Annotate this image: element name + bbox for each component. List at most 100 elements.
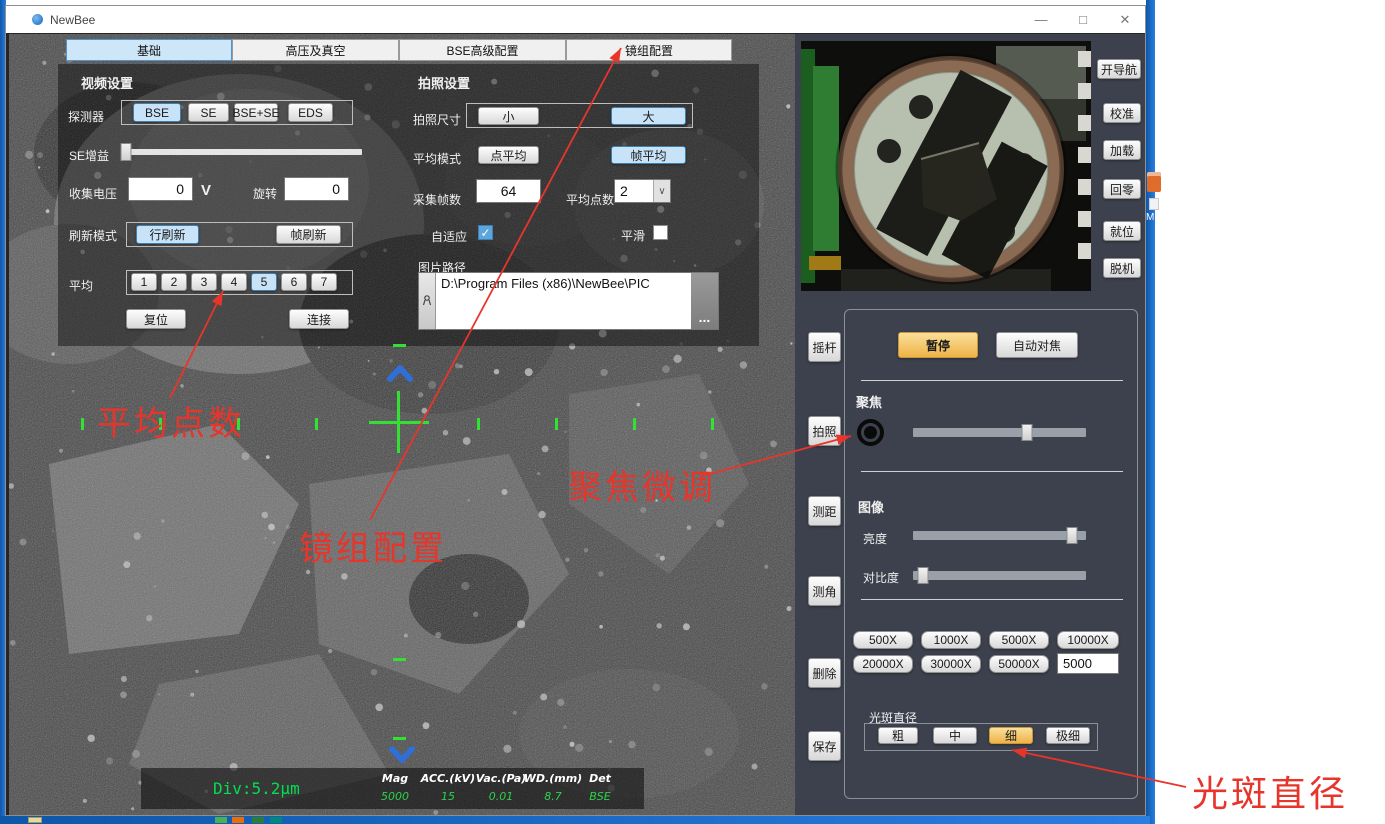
contrast-label: 对比度 <box>863 569 899 586</box>
taskbar-sliver[interactable] <box>0 816 1150 824</box>
maximize-button[interactable]: □ <box>1066 6 1100 33</box>
smooth-checkbox[interactable] <box>653 225 668 240</box>
flask-icon <box>422 295 432 307</box>
average-3-button[interactable]: 3 <box>191 273 217 291</box>
close-button[interactable]: ✕ <box>1108 6 1142 33</box>
mag-30000x-button[interactable]: 30000X <box>921 655 981 673</box>
scale-tick <box>393 658 406 661</box>
spot-medium-button[interactable]: 中 <box>933 727 977 744</box>
desktop-partial-icon[interactable] <box>1149 198 1159 210</box>
size-small-button[interactable]: 小 <box>478 107 539 125</box>
measure-angle-button[interactable]: 测角 <box>808 576 841 606</box>
mag-5000x-button[interactable]: 5000X <box>989 631 1049 649</box>
title-bar[interactable]: NewBee — □ ✕ <box>6 6 1145 33</box>
taskbar-app-icon[interactable] <box>232 817 244 823</box>
nav-inposition-button[interactable]: 就位 <box>1103 221 1141 241</box>
pause-button[interactable]: 暂停 <box>898 332 978 358</box>
frames-label: 采集帧数 <box>413 191 461 208</box>
brightness-slider-thumb[interactable] <box>1067 527 1078 544</box>
path-input[interactable]: D:\Program Files (x86)\NewBee\PIC <box>436 273 691 329</box>
tab-bse-advanced[interactable]: BSE高级配置 <box>399 39 566 61</box>
chevron-up-icon[interactable] <box>387 364 413 382</box>
joystick-button[interactable]: 摇杆 <box>808 332 841 362</box>
browse-button[interactable]: ... <box>691 273 718 329</box>
scale-tick <box>555 418 558 430</box>
connect-button[interactable]: 连接 <box>289 309 349 329</box>
refresh-frame-button[interactable]: 帧刷新 <box>276 225 341 244</box>
focus-slider[interactable] <box>913 428 1086 437</box>
tab-hv-vacuum[interactable]: 高压及真空 <box>232 39 399 61</box>
check-icon: ✓ <box>480 226 490 240</box>
average-1-button[interactable]: 1 <box>131 273 157 291</box>
mag-20000x-button[interactable]: 20000X <box>853 655 913 673</box>
point-average-button[interactable]: 点平均 <box>478 146 539 164</box>
average-5-button[interactable]: 5 <box>251 273 277 291</box>
spot-coarse-button[interactable]: 粗 <box>878 727 918 744</box>
rotate-input[interactable] <box>284 177 349 201</box>
mag-50000x-button[interactable]: 50000X <box>989 655 1049 673</box>
delete-button[interactable]: 删除 <box>808 658 841 688</box>
frame-average-button[interactable]: 帧平均 <box>611 146 686 164</box>
minimize-button[interactable]: — <box>1024 6 1058 33</box>
mag-value-input[interactable] <box>1057 653 1119 674</box>
status-header: Det <box>568 772 632 785</box>
average-2-button[interactable]: 2 <box>161 273 187 291</box>
se-gain-slider-thumb[interactable] <box>120 143 131 161</box>
mag-1000x-button[interactable]: 1000X <box>921 631 981 649</box>
tab-basic[interactable]: 基础 <box>66 39 232 61</box>
autofocus-button[interactable]: 自动对焦 <box>996 332 1078 358</box>
scale-tick <box>393 737 406 740</box>
path-pin-button[interactable] <box>419 273 436 329</box>
desktop-icon-label: M <box>1146 212 1154 223</box>
focus-slider-thumb[interactable] <box>1022 424 1033 441</box>
detector-eds-button[interactable]: EDS <box>288 103 333 122</box>
frames-input[interactable] <box>476 179 541 203</box>
mag-500x-button[interactable]: 500X <box>853 631 913 649</box>
nav-offline-button[interactable]: 脱机 <box>1103 258 1141 278</box>
measure-distance-button[interactable]: 测距 <box>808 496 841 526</box>
save-button[interactable]: 保存 <box>808 731 841 761</box>
reset-button[interactable]: 复位 <box>126 309 186 329</box>
nav-open-button[interactable]: 开导航 <box>1097 59 1141 79</box>
brightness-label: 亮度 <box>863 530 887 547</box>
spot-size-label: 光斑直径 <box>869 709 917 726</box>
chamber-camera-image <box>801 41 1091 291</box>
tab-lens-config[interactable]: 镜组配置 <box>566 39 732 61</box>
avg-points-select[interactable]: 2 ∨ <box>614 179 671 203</box>
detector-se-button[interactable]: SE <box>188 103 229 122</box>
size-large-button[interactable]: 大 <box>611 107 686 125</box>
mag-10000x-button[interactable]: 10000X <box>1057 631 1119 649</box>
focus-knob-dot <box>864 426 877 439</box>
photo-settings-title: 拍照设置 <box>418 73 470 92</box>
detector-label: 探测器 <box>68 108 104 125</box>
chevron-down-icon[interactable] <box>389 746 415 764</box>
nav-load-button[interactable]: 加载 <box>1103 140 1141 160</box>
contrast-slider[interactable] <box>913 571 1086 580</box>
average-4-button[interactable]: 4 <box>221 273 247 291</box>
average-6-button[interactable]: 6 <box>281 273 307 291</box>
annotation-focus-trim: 聚焦微调 <box>568 460 716 509</box>
collect-voltage-input[interactable] <box>128 177 193 201</box>
spot-fine-button[interactable]: 细 <box>989 727 1033 744</box>
nav-zero-button[interactable]: 回零 <box>1103 179 1141 199</box>
spot-ultrafine-button[interactable]: 极细 <box>1046 727 1090 744</box>
refresh-row-button[interactable]: 行刷新 <box>136 225 199 244</box>
detector-bse-button[interactable]: BSE <box>133 103 181 122</box>
chevron-down-icon[interactable]: ∨ <box>653 180 670 202</box>
taskbar-app-icon[interactable] <box>270 817 282 823</box>
detector-bse-se-button[interactable]: BSE+SE <box>234 103 278 122</box>
taskbar-app-icon[interactable] <box>252 817 264 823</box>
scale-tick <box>81 418 84 430</box>
snapshot-button[interactable]: 拍照 <box>808 416 841 446</box>
nav-calibrate-button[interactable]: 校准 <box>1103 103 1141 123</box>
taskbar-folder-icon[interactable] <box>28 817 42 823</box>
average-7-button[interactable]: 7 <box>311 273 337 291</box>
brightness-slider[interactable] <box>913 531 1086 540</box>
contrast-slider-thumb[interactable] <box>918 567 929 584</box>
taskbar-app-icon[interactable] <box>215 817 227 823</box>
scale-tick <box>711 418 714 430</box>
focus-knob[interactable] <box>857 419 884 446</box>
adaptive-checkbox[interactable]: ✓ <box>478 225 493 240</box>
desktop-partial-icon[interactable] <box>1147 172 1161 192</box>
se-gain-slider[interactable] <box>121 149 362 155</box>
